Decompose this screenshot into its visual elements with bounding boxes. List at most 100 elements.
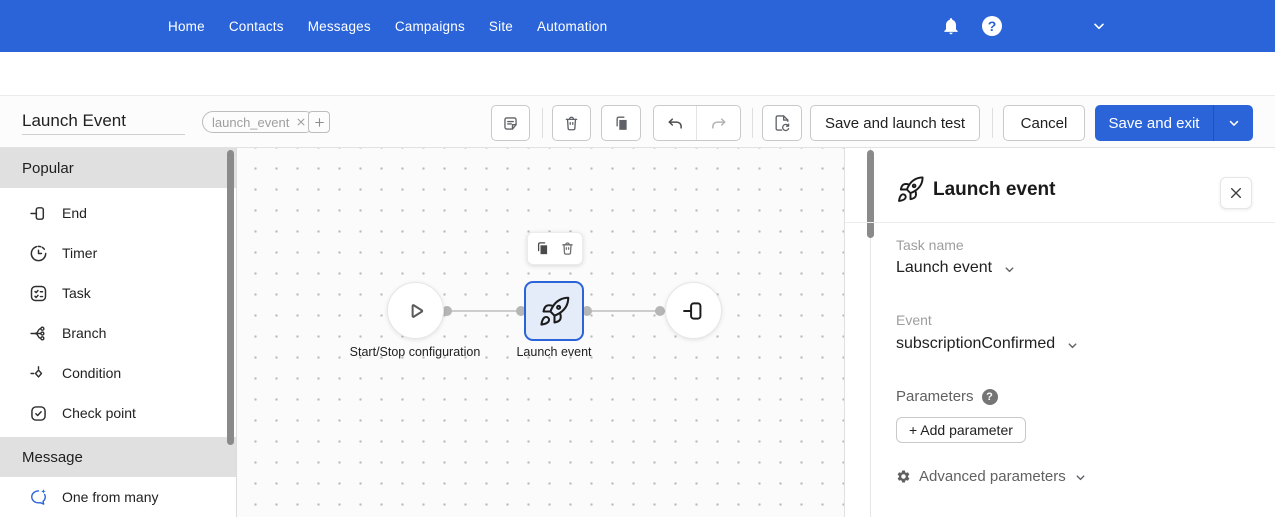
event-select[interactable]: subscriptionConfirmed	[896, 335, 1079, 353]
undo-button[interactable]	[654, 106, 698, 140]
node-config-panel: Launch event Task name Launch event Even…	[845, 148, 1275, 517]
chevron-down-icon	[1003, 263, 1016, 276]
panel-scrollbar[interactable]	[867, 150, 874, 238]
redo-button[interactable]	[697, 106, 740, 140]
workflow-canvas[interactable]: Start/Stop configuration Launch event	[237, 148, 845, 517]
workflow-tag[interactable]: launch_event	[202, 111, 317, 133]
palette-item-label: Condition	[62, 365, 122, 381]
palette-item-check-point[interactable]: Check point	[0, 393, 236, 433]
trash-icon	[559, 240, 576, 257]
top-nav: Home Contacts Messages Campaigns Site Au…	[0, 0, 1275, 52]
subheader-spacer	[0, 52, 1275, 95]
sidebar-scrollbar[interactable]	[227, 150, 234, 445]
add-tag-button[interactable]	[308, 111, 330, 133]
redo-icon	[709, 114, 728, 133]
palette-item-condition[interactable]: Condition	[0, 353, 236, 393]
account-chevron-down-icon[interactable]	[1088, 15, 1110, 37]
nav-right-controls	[938, 0, 1110, 52]
duplicate-button[interactable]	[601, 105, 641, 141]
toolbar-divider	[992, 108, 993, 138]
task-name-value: Launch event	[896, 259, 993, 276]
save-and-exit-dropdown[interactable]	[1213, 105, 1253, 141]
automation-editor: Home Contacts Messages Campaigns Site Au…	[0, 0, 1275, 517]
panel-close-button[interactable]	[1220, 177, 1252, 209]
toolbar-divider	[752, 108, 753, 138]
palette-item-label: Timer	[62, 245, 98, 261]
workflow-title-input[interactable]	[22, 107, 185, 135]
connector-dot	[655, 306, 665, 316]
palette-item-label: Check point	[62, 405, 136, 421]
save-and-launch-test-button[interactable]: Save and launch test	[810, 105, 980, 141]
tag-remove-icon[interactable]	[296, 117, 306, 127]
comment-note-icon	[501, 114, 520, 133]
rocket-icon	[896, 175, 925, 204]
help-icon[interactable]	[982, 16, 1002, 36]
nav-item-home[interactable]: Home	[168, 19, 205, 34]
end-icon	[27, 202, 49, 224]
task-name-select[interactable]: Launch event	[896, 259, 1016, 277]
chevron-down-icon	[1074, 471, 1087, 484]
timer-icon	[27, 242, 49, 264]
one-from-many-icon	[27, 486, 49, 508]
node-palette-sidebar: Popular End Timer Task Branch Condition …	[0, 148, 237, 517]
workflow-tag-label: launch_event	[212, 114, 290, 130]
editor-toolbar: launch_event	[0, 95, 1275, 148]
question-circle-icon[interactable]	[981, 388, 998, 405]
close-icon	[1229, 186, 1243, 200]
restart-workflow-button[interactable]	[762, 105, 802, 141]
node-copy-button[interactable]	[534, 240, 551, 257]
bell-icon[interactable]	[938, 13, 964, 39]
play-icon	[401, 296, 431, 326]
end-icon	[680, 297, 708, 325]
panel-title: Launch event	[933, 179, 1056, 200]
palette-item-timer[interactable]: Timer	[0, 233, 236, 273]
cancel-button[interactable]: Cancel	[1003, 105, 1085, 141]
copy-icon	[612, 114, 631, 133]
palette-section-popular: Popular	[0, 148, 236, 188]
delete-button[interactable]	[552, 105, 591, 141]
copy-icon	[534, 240, 551, 257]
launch-event-node[interactable]	[524, 281, 584, 341]
node-mini-toolbar	[527, 232, 583, 265]
palette-item-label: End	[62, 205, 87, 221]
nav-item-messages[interactable]: Messages	[308, 19, 371, 34]
palette-item-branch[interactable]: Branch	[0, 313, 236, 353]
rocket-icon	[538, 295, 571, 328]
nav-item-automation[interactable]: Automation	[537, 19, 607, 34]
palette-item-one-from-many[interactable]: One from many	[0, 477, 236, 517]
main-nav: Home Contacts Messages Campaigns Site Au…	[168, 0, 607, 52]
end-node[interactable]	[665, 282, 722, 339]
checkpoint-icon	[27, 402, 49, 424]
gear-icon	[896, 469, 911, 484]
nav-item-campaigns[interactable]: Campaigns	[395, 19, 465, 34]
start-node[interactable]	[387, 282, 444, 339]
palette-item-label: Branch	[62, 325, 107, 341]
palette-section-message: Message	[0, 437, 236, 477]
advanced-parameters-toggle[interactable]: Advanced parameters	[896, 468, 1087, 485]
event-value: subscriptionConfirmed	[896, 335, 1056, 352]
chevron-down-icon	[1227, 116, 1241, 130]
parameters-row: Parameters	[896, 388, 998, 405]
launch-node-label: Launch event	[516, 345, 592, 359]
parameters-label: Parameters	[896, 388, 974, 405]
branch-icon	[27, 322, 49, 344]
nav-item-site[interactable]: Site	[489, 19, 513, 34]
trash-icon	[562, 114, 581, 133]
undo-icon	[666, 114, 685, 133]
toolbar-divider	[542, 108, 543, 138]
palette-item-label: One from many	[62, 489, 159, 505]
save-and-exit-button[interactable]: Save and exit	[1095, 105, 1213, 141]
chevron-down-icon	[1066, 339, 1079, 352]
comment-note-button[interactable]	[491, 105, 530, 141]
palette-item-task[interactable]: Task	[0, 273, 236, 313]
advanced-parameters-label: Advanced parameters	[919, 468, 1066, 485]
palette-item-end[interactable]: End	[0, 193, 236, 233]
undo-redo-group	[653, 105, 741, 141]
add-parameter-button[interactable]: + Add parameter	[896, 417, 1026, 443]
panel-divider	[845, 222, 1275, 223]
palette-item-label: Task	[62, 285, 91, 301]
node-delete-button[interactable]	[559, 240, 576, 257]
condition-icon	[27, 362, 49, 384]
nav-item-contacts[interactable]: Contacts	[229, 19, 284, 34]
event-label: Event	[896, 312, 932, 328]
